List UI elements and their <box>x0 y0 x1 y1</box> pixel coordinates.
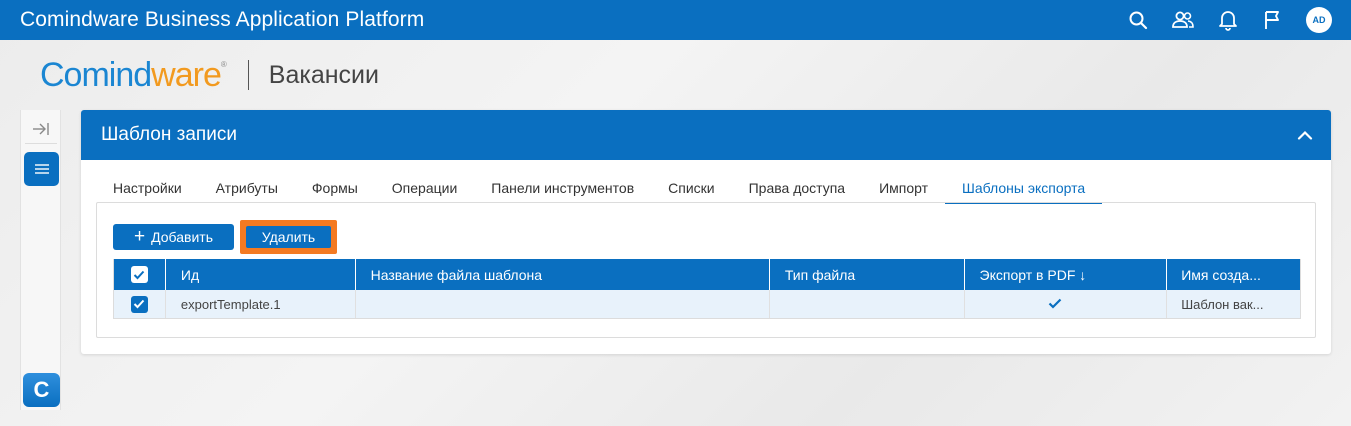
tab-export-templates[interactable]: Шаблоны экспорта <box>945 176 1103 204</box>
tab-attributes[interactable]: Атрибуты <box>199 176 295 204</box>
bell-icon[interactable] <box>1216 8 1240 32</box>
page-title: Вакансии <box>268 60 379 89</box>
tab-forms[interactable]: Формы <box>295 176 375 204</box>
tab-operations[interactable]: Операции <box>375 176 475 204</box>
tab-import[interactable]: Импорт <box>862 176 945 204</box>
rail-divider <box>25 143 57 144</box>
column-header-file-type[interactable]: Тип файла <box>770 259 965 290</box>
top-bar-actions: AD <box>1126 0 1351 40</box>
record-template-card: Шаблон записи Настройки Атрибуты Формы О… <box>81 110 1331 354</box>
comindware-app-icon[interactable]: C <box>23 373 60 407</box>
select-all-cell <box>114 259 166 290</box>
column-header-export-pdf[interactable]: Экспорт в PDF ↓ <box>965 259 1168 290</box>
card-title: Шаблон записи <box>101 124 237 145</box>
row-checkbox[interactable] <box>130 295 148 313</box>
left-navigation-rail: C <box>20 110 61 410</box>
tab-toolbars[interactable]: Панели инструментов <box>474 176 651 204</box>
users-icon[interactable] <box>1171 8 1195 32</box>
column-header-id[interactable]: Ид <box>166 259 356 290</box>
search-icon[interactable] <box>1126 8 1150 32</box>
cell-creator: Шаблон вак... <box>1181 296 1264 312</box>
table-row[interactable]: exportTemplate.1 Шаблон вак... <box>114 290 1300 318</box>
cell-export-pdf <box>965 290 1168 318</box>
tab-lists[interactable]: Списки <box>651 176 731 204</box>
cell-file-type <box>770 290 965 318</box>
column-header-creator[interactable]: Имя созда... <box>1167 259 1300 290</box>
tab-access-rights[interactable]: Права доступа <box>732 176 862 204</box>
user-avatar[interactable]: AD <box>1306 7 1332 33</box>
expand-sidebar-icon[interactable] <box>31 120 51 138</box>
menu-icon[interactable] <box>24 152 59 186</box>
add-button[interactable]: + Добавить <box>113 224 234 250</box>
add-button-label: Добавить <box>151 229 213 245</box>
top-bar: Comindware Business Application Platform… <box>0 0 1351 40</box>
select-all-checkbox[interactable] <box>130 266 148 283</box>
comindware-logo[interactable]: Comindware® <box>40 56 227 95</box>
app-title: Comindware Business Application Platform <box>20 8 425 31</box>
column-header-file-name[interactable]: Название файла шаблона <box>356 259 770 290</box>
card-header: Шаблон записи <box>81 110 1331 160</box>
flag-icon[interactable] <box>1261 8 1285 32</box>
plus-icon: + <box>134 225 146 247</box>
row-select-cell <box>114 290 166 318</box>
tab-settings[interactable]: Настройки <box>95 176 199 204</box>
logo-row: Comindware® Вакансии <box>40 55 379 95</box>
check-icon <box>1048 297 1062 312</box>
cell-file-name <box>356 290 770 318</box>
export-templates-panel: + Добавить Удалить Ид Название файла шаб… <box>96 202 1316 338</box>
tab-bar: Настройки Атрибуты Формы Операции Панели… <box>95 176 1103 204</box>
delete-button[interactable]: Удалить <box>246 226 331 248</box>
chevron-up-icon[interactable] <box>1295 125 1315 145</box>
cell-id: exportTemplate.1 <box>166 290 356 318</box>
export-templates-table: Ид Название файла шаблона Тип файла Эксп… <box>113 259 1301 319</box>
table-header: Ид Название файла шаблона Тип файла Эксп… <box>114 259 1300 290</box>
delete-button-highlight: Удалить <box>240 220 337 254</box>
logo-divider <box>247 60 249 90</box>
